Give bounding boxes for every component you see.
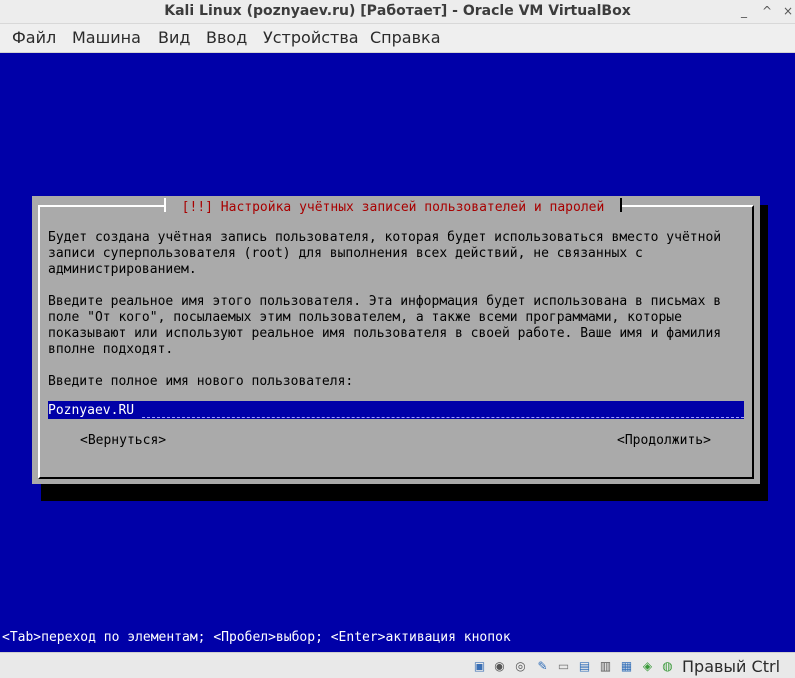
recording-icon[interactable]: ▦: [619, 659, 634, 674]
menu-bar: Файл Машина Вид Ввод Устройства Справка: [0, 24, 795, 53]
window-title: Kali Linux (poznyaev.ru) [Работает] - Or…: [164, 3, 631, 19]
menu-file[interactable]: Файл: [12, 28, 56, 47]
back-button[interactable]: <Вернуться>: [80, 433, 166, 448]
menu-input[interactable]: Ввод: [206, 28, 247, 47]
menu-machine[interactable]: Машина: [72, 28, 141, 47]
mouse-integration-icon[interactable]: ◍: [660, 659, 675, 674]
dialog-title-text: [!!] Настройка учётных записей пользоват…: [173, 200, 613, 215]
display-icon[interactable]: ▥: [598, 659, 613, 674]
hard-disk-icon[interactable]: ▣: [472, 659, 487, 674]
menu-help[interactable]: Справка: [370, 28, 441, 47]
dialog-title: [!!] Настройка учётных записей пользоват…: [164, 196, 622, 216]
status-bar: ▣ ◉ ◎ ✎ ▭ ▤ ▥ ▦ ◈ ◍ Правый Ctrl: [0, 652, 795, 678]
menu-devices[interactable]: Устройства: [263, 28, 359, 47]
maximize-icon[interactable]: ^: [758, 2, 776, 20]
description-paragraph: Будет создана учётная запись пользовател…: [48, 230, 722, 277]
window-titlebar[interactable]: Kali Linux (poznyaev.ru) [Работает] - Or…: [0, 0, 795, 24]
cpu-virtualization-icon[interactable]: ◈: [640, 659, 655, 674]
input-fill-line: [142, 417, 744, 418]
usb-icon[interactable]: ▭: [556, 659, 571, 674]
menu-view[interactable]: Вид: [158, 28, 190, 47]
installer-dialog: [!!] Настройка учётных записей пользоват…: [32, 196, 760, 484]
continue-button[interactable]: <Продолжить>: [617, 433, 711, 448]
full-name-prompt: Введите полное имя нового пользователя:: [48, 374, 354, 389]
close-icon[interactable]: ×: [779, 2, 795, 20]
host-key-label: Правый Ctrl: [682, 657, 781, 676]
audio-icon[interactable]: ◎: [513, 659, 528, 674]
minimize-icon[interactable]: _: [735, 2, 753, 20]
network-icon[interactable]: ✎: [535, 659, 550, 674]
shared-folders-icon[interactable]: ▤: [577, 659, 592, 674]
instruction-paragraph: Введите реальное имя этого пользователя.…: [48, 294, 722, 357]
keyboard-hint: <Tab>переход по элементам; <Пробел>выбор…: [2, 630, 511, 645]
optical-drive-icon[interactable]: ◉: [492, 659, 507, 674]
vm-display[interactable]: [!!] Настройка учётных записей пользоват…: [0, 53, 795, 652]
